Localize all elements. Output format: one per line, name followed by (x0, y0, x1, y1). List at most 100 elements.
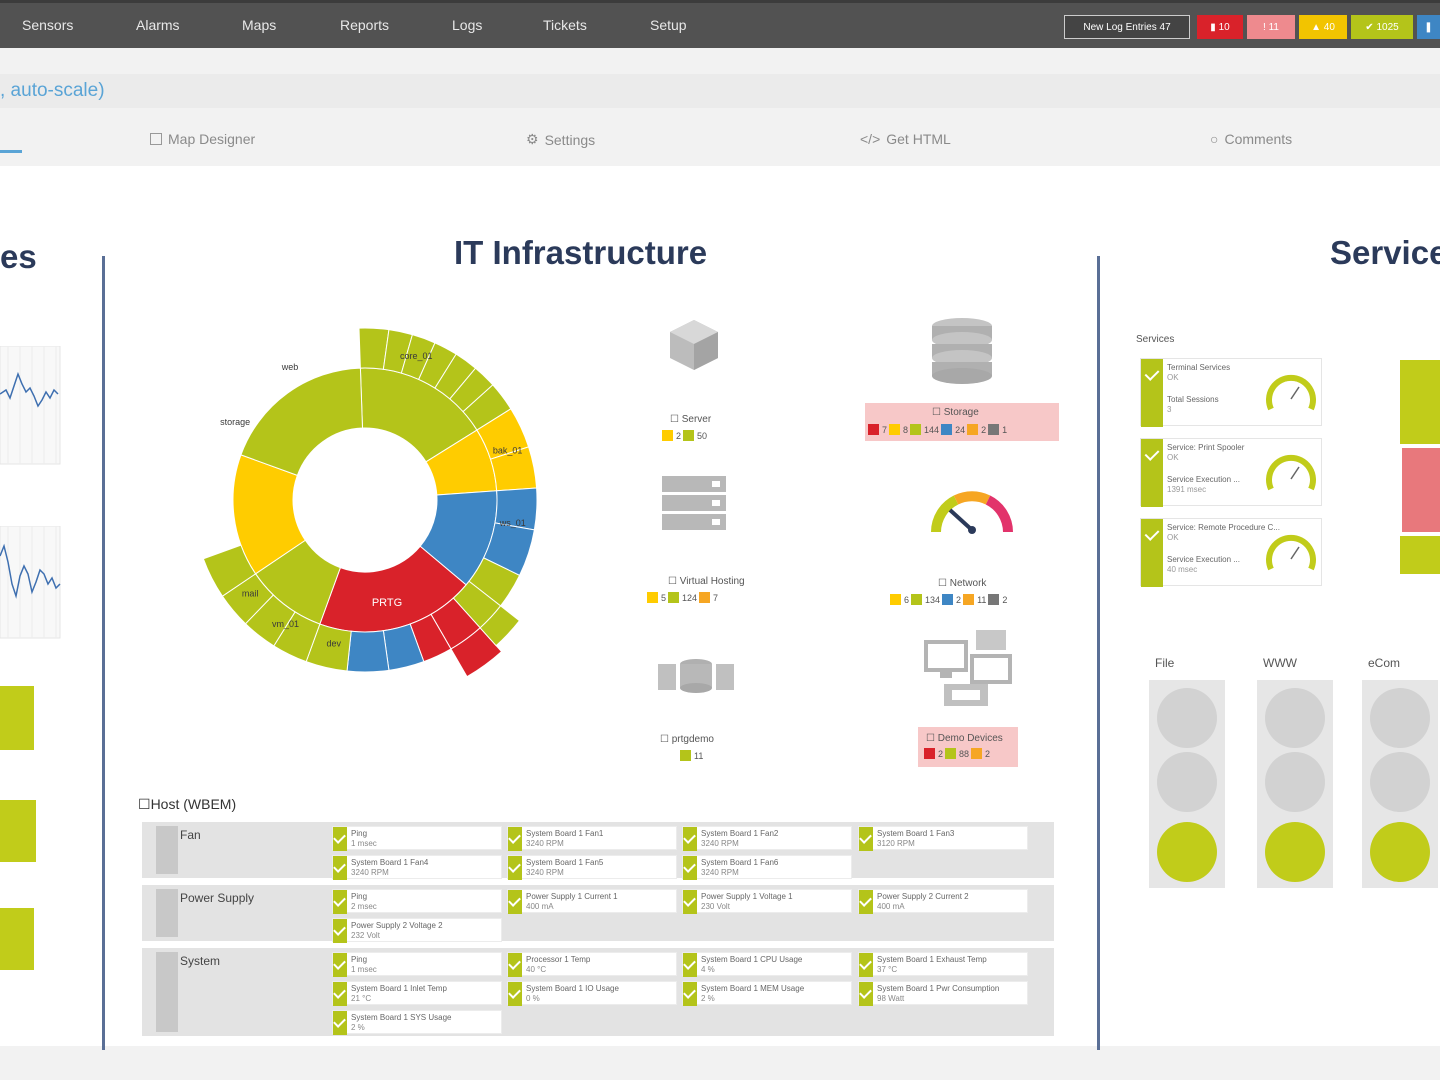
alarm-icon: ▮ (1210, 21, 1219, 33)
tab-comments[interactable]: ○ Comments (1210, 131, 1292, 147)
sensor-tile[interactable]: Power Supply 1 Voltage 1 230 Volt (682, 889, 852, 914)
demo-down-count: 2 (938, 748, 944, 759)
inactive-lamp (1265, 688, 1325, 748)
network-label[interactable]: ☐ Network (938, 578, 986, 589)
sensor-tile[interactable]: System Board 1 Fan4 3240 RPM (332, 855, 502, 880)
sensor-value: 3240 RPM (351, 868, 389, 877)
virtual-hosting-label[interactable]: ☐ Virtual Hosting (668, 576, 745, 587)
tab-settings[interactable]: ⚙ Settings (526, 131, 595, 148)
sensor-name: System Board 1 Fan2 (701, 829, 779, 838)
sensor-tile[interactable]: Ping 1 msec (332, 826, 502, 851)
net-warn-count: 6 (904, 594, 910, 605)
sensor-tile[interactable]: System Board 1 Fan5 3240 RPM (507, 855, 677, 880)
host-title-text: Host (WBEM) (150, 796, 237, 812)
paused-button[interactable]: ❚ (1417, 15, 1440, 39)
nav-tickets[interactable]: Tickets (543, 17, 587, 33)
sensor-tile[interactable]: System Board 1 CPU Usage 4 % (682, 952, 852, 977)
network-status[interactable]: 6 134 2 11 2 (890, 594, 1007, 605)
nav-setup[interactable]: Setup (650, 17, 687, 33)
prtg-label[interactable]: ☐ prtgdemo (660, 734, 714, 745)
inactive-lamp (1157, 752, 1217, 812)
traffic-light[interactable] (1362, 680, 1438, 888)
sensor-name: System Board 1 Fan6 (701, 858, 779, 867)
map-designer-icon (150, 133, 162, 145)
sensor-value: 3240 RPM (701, 868, 739, 877)
net-unknown-count: 2 (1002, 594, 1008, 605)
sunburst-segment-label: bak_01 (493, 446, 523, 456)
storage-paused-count: 24 (955, 424, 966, 435)
traffic-light[interactable] (1149, 680, 1225, 888)
service-sensor[interactable]: Terminal Services OK Total Sessions 3 (1140, 358, 1322, 427)
server-ok-count: 50 (697, 430, 708, 441)
tab-get-html[interactable]: </> Get HTML (860, 131, 951, 147)
service-block-green-2[interactable] (1400, 536, 1440, 574)
nav-sensors[interactable]: Sensors (22, 17, 73, 33)
sensor-tile[interactable]: System Board 1 Fan1 3240 RPM (507, 826, 677, 851)
host-title[interactable]: ☐Host (WBEM) (138, 796, 236, 813)
server-status[interactable]: 2 50 (662, 430, 707, 441)
service-block-green-1[interactable] (1400, 360, 1440, 444)
sensor-tile[interactable]: System Board 1 Fan3 3120 RPM (858, 826, 1028, 851)
service-value: 40 msec (1167, 565, 1198, 574)
sensor-tile[interactable]: Ping 1 msec (332, 952, 502, 977)
nav-logs[interactable]: Logs (452, 17, 482, 33)
sensor-tile[interactable]: Power Supply 1 Current 1 400 mA (507, 889, 677, 914)
service-metric: Service Execution ... (1167, 475, 1240, 484)
warning-count: 40 (1323, 21, 1335, 33)
alarm-down-button[interactable]: ▮ 10 (1197, 15, 1243, 39)
infra-title: IT Infrastructure (454, 234, 708, 271)
sensor-tile[interactable]: System Board 1 IO Usage 0 % (507, 981, 677, 1006)
traffic-light[interactable] (1257, 680, 1333, 888)
sensor-tile[interactable]: Power Supply 2 Current 2 400 mA (858, 889, 1028, 914)
group-collapse-bar[interactable] (156, 826, 178, 874)
warning-button[interactable]: ▲ 40 (1299, 15, 1347, 39)
sunburst-outer-segment[interactable] (346, 630, 390, 673)
up-button[interactable]: ✔ 1025 (1351, 15, 1413, 39)
sensor-tile[interactable]: System Board 1 Fan6 3240 RPM (682, 855, 852, 880)
nav-maps[interactable]: Maps (242, 17, 276, 33)
check-icon (683, 856, 697, 880)
divider-right (1097, 256, 1100, 1050)
warning-square-icon (647, 592, 658, 603)
sensor-value: 400 mA (526, 902, 554, 911)
sensor-tile[interactable]: System Board 1 Fan2 3240 RPM (682, 826, 852, 851)
sunburst-inner-segment[interactable] (240, 367, 364, 477)
service-sensor[interactable]: Service: Remote Procedure C... OK Service … (1140, 518, 1322, 587)
vh-ok-count: 124 (682, 592, 698, 603)
nav-alarms[interactable]: Alarms (136, 17, 180, 33)
network-label-text: Network (949, 578, 987, 589)
service-sensor[interactable]: Service: Print Spooler OK Service Executio… (1140, 438, 1322, 507)
server-label[interactable]: ☐ Server (670, 414, 711, 425)
inactive-lamp (1370, 688, 1430, 748)
ok-square-icon (911, 594, 923, 605)
warning-square-icon (890, 594, 901, 605)
sunburst-chart[interactable]: core_01storage web bak_01 ws_01dev vm_01 mail… (190, 310, 580, 730)
sensor-name: Power Supply 2 Voltage 2 (351, 921, 443, 930)
sensor-value: 1 msec (351, 965, 377, 974)
sensor-tile[interactable]: System Board 1 Inlet Temp 21 °C (332, 981, 502, 1006)
alarm-partial-button[interactable]: ! 11 (1247, 15, 1295, 39)
service-block-red[interactable] (1402, 448, 1440, 532)
sensor-name: System Board 1 Fan1 (526, 829, 604, 838)
tab-comments-label: Comments (1224, 131, 1293, 147)
group-collapse-bar[interactable] (156, 889, 178, 937)
prtg-status[interactable]: 11 (680, 750, 703, 761)
new-log-entries-button[interactable]: New Log Entries 47 (1064, 15, 1190, 39)
sensor-tile[interactable]: Ping 2 msec (332, 889, 502, 914)
sensor-tile[interactable]: System Board 1 SYS Usage 2 % (332, 1010, 502, 1035)
sensor-tile[interactable]: System Board 1 MEM Usage 2 % (682, 981, 852, 1006)
tab-map-designer[interactable]: Map Designer (150, 131, 255, 147)
sensor-tile[interactable]: Power Supply 2 Voltage 2 232 Volt (332, 918, 502, 943)
inactive-lamp (1370, 752, 1430, 812)
sensor-value: 1 msec (351, 839, 377, 848)
sunburst-segment-label: core_01 (400, 351, 433, 361)
sensor-value: 232 Volt (351, 931, 380, 940)
new-log-count: 47 (1159, 21, 1171, 33)
virtual-hosting-status[interactable]: 5 124 7 (647, 592, 718, 603)
sensor-tile[interactable]: System Board 1 Pwr Consumption 98 Watt (858, 981, 1028, 1006)
sensor-tile[interactable]: Processor 1 Temp 40 °C (507, 952, 677, 977)
sensor-tile[interactable]: System Board 1 Exhaust Temp 37 °C (858, 952, 1028, 977)
nav-reports[interactable]: Reports (340, 17, 389, 33)
storage-ok-count: 144 (924, 424, 940, 435)
group-collapse-bar[interactable] (156, 952, 178, 1032)
